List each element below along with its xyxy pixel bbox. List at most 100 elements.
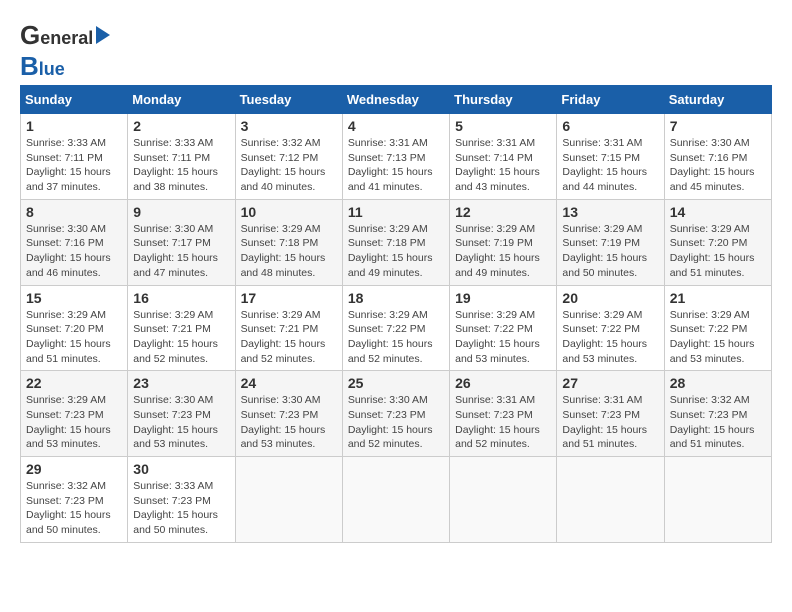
day-info: Sunrise: 3:31 AM Sunset: 7:23 PM Dayligh…: [455, 393, 551, 452]
calendar-cell: 4Sunrise: 3:31 AM Sunset: 7:13 PM Daylig…: [342, 114, 449, 200]
day-info: Sunrise: 3:32 AM Sunset: 7:23 PM Dayligh…: [26, 479, 122, 538]
day-info: Sunrise: 3:29 AM Sunset: 7:19 PM Dayligh…: [562, 222, 658, 281]
calendar-week-3: 15 Sunrise: 3:29 AM Sunset: 7:20 PM Dayli…: [21, 285, 772, 371]
day-info: Sunrise: 3:30 AM Sunset: 7:23 PM Dayligh…: [133, 393, 229, 452]
day-number: 5: [455, 118, 551, 134]
day-number: 21: [670, 290, 766, 306]
day-info: Sunrise: 3:29 AM Sunset: 7:22 PM Dayligh…: [670, 308, 766, 367]
day-info: Sunrise: 3:32 AM Sunset: 7:23 PM Dayligh…: [670, 393, 766, 452]
day-number: 20: [562, 290, 658, 306]
calendar-cell: [450, 457, 557, 543]
day-number: 15: [26, 290, 122, 306]
day-number: 16: [133, 290, 229, 306]
day-info: Sunrise: 3:29 AM Sunset: 7:22 PM Dayligh…: [348, 308, 444, 367]
calendar-cell: 12 Sunrise: 3:29 AM Sunset: 7:19 PM Dayli…: [450, 199, 557, 285]
day-info: Sunrise: 3:31 AM Sunset: 7:23 PM Dayligh…: [562, 393, 658, 452]
weekday-header-monday: Monday: [128, 86, 235, 114]
logo-g: G: [20, 20, 40, 51]
day-number: 11: [348, 204, 444, 220]
calendar-cell: 6 Sunrise: 3:31 AM Sunset: 7:15 PM Daylig…: [557, 114, 664, 200]
day-number: 22: [26, 375, 122, 391]
calendar-cell: 18 Sunrise: 3:29 AM Sunset: 7:22 PM Dayli…: [342, 285, 449, 371]
day-number: 28: [670, 375, 766, 391]
calendar-cell: 23 Sunrise: 3:30 AM Sunset: 7:23 PM Dayli…: [128, 371, 235, 457]
day-info: Sunrise: 3:30 AM Sunset: 7:23 PM Dayligh…: [348, 393, 444, 452]
calendar-cell: 24 Sunrise: 3:30 AM Sunset: 7:23 PM Dayli…: [235, 371, 342, 457]
day-number: 27: [562, 375, 658, 391]
day-info: Sunrise: 3:31 AM Sunset: 7:15 PM Dayligh…: [562, 136, 658, 195]
calendar-cell: 1 Sunrise: 3:33 AM Sunset: 7:11 PM Daylig…: [21, 114, 128, 200]
day-info: Sunrise: 3:29 AM Sunset: 7:21 PM Dayligh…: [241, 308, 337, 367]
logo: G eneral B lue: [20, 20, 130, 75]
day-number: 13: [562, 204, 658, 220]
calendar-week-2: 8 Sunrise: 3:30 AM Sunset: 7:16 PM Daylig…: [21, 199, 772, 285]
calendar-cell: 10Sunrise: 3:29 AM Sunset: 7:18 PM Dayli…: [235, 199, 342, 285]
day-info: Sunrise: 3:33 AM Sunset: 7:11 PM Dayligh…: [26, 136, 122, 195]
day-number: 6: [562, 118, 658, 134]
calendar-week-5: 29 Sunrise: 3:32 AM Sunset: 7:23 PM Dayli…: [21, 457, 772, 543]
calendar-cell: [557, 457, 664, 543]
weekday-header-sunday: Sunday: [21, 86, 128, 114]
calendar-cell: 16 Sunrise: 3:29 AM Sunset: 7:21 PM Dayli…: [128, 285, 235, 371]
calendar-cell: 13 Sunrise: 3:29 AM Sunset: 7:19 PM Dayli…: [557, 199, 664, 285]
day-info: Sunrise: 3:29 AM Sunset: 7:22 PM Dayligh…: [455, 308, 551, 367]
day-number: 25: [348, 375, 444, 391]
calendar-cell: 8 Sunrise: 3:30 AM Sunset: 7:16 PM Daylig…: [21, 199, 128, 285]
day-info: Sunrise: 3:29 AM Sunset: 7:18 PM Dayligh…: [348, 222, 444, 281]
day-info: Sunrise: 3:29 AM Sunset: 7:20 PM Dayligh…: [26, 308, 122, 367]
calendar-cell: 5Sunrise: 3:31 AM Sunset: 7:14 PM Daylig…: [450, 114, 557, 200]
day-number: 29: [26, 461, 122, 477]
calendar-cell: 2Sunrise: 3:33 AM Sunset: 7:11 PM Daylig…: [128, 114, 235, 200]
day-number: 24: [241, 375, 337, 391]
logo-b: B: [20, 51, 39, 82]
day-info: Sunrise: 3:30 AM Sunset: 7:16 PM Dayligh…: [670, 136, 766, 195]
day-number: 26: [455, 375, 551, 391]
day-number: 1: [26, 118, 122, 134]
calendar-cell: 30 Sunrise: 3:33 AM Sunset: 7:23 PM Dayli…: [128, 457, 235, 543]
day-info: Sunrise: 3:29 AM Sunset: 7:21 PM Dayligh…: [133, 308, 229, 367]
calendar-week-4: 22Sunrise: 3:29 AM Sunset: 7:23 PM Dayli…: [21, 371, 772, 457]
day-info: Sunrise: 3:29 AM Sunset: 7:19 PM Dayligh…: [455, 222, 551, 281]
day-number: 3: [241, 118, 337, 134]
day-info: Sunrise: 3:30 AM Sunset: 7:17 PM Dayligh…: [133, 222, 229, 281]
calendar-cell: 26 Sunrise: 3:31 AM Sunset: 7:23 PM Dayli…: [450, 371, 557, 457]
calendar-cell: 19Sunrise: 3:29 AM Sunset: 7:22 PM Dayli…: [450, 285, 557, 371]
calendar-cell: [664, 457, 771, 543]
weekday-header-friday: Friday: [557, 86, 664, 114]
day-info: Sunrise: 3:30 AM Sunset: 7:16 PM Dayligh…: [26, 222, 122, 281]
logo-eneral: eneral: [40, 28, 93, 49]
calendar-cell: 17 Sunrise: 3:29 AM Sunset: 7:21 PM Dayli…: [235, 285, 342, 371]
logo-lue: lue: [39, 59, 65, 80]
day-number: 10: [241, 204, 337, 220]
day-number: 14: [670, 204, 766, 220]
day-info: Sunrise: 3:33 AM Sunset: 7:23 PM Dayligh…: [133, 479, 229, 538]
calendar-header-row: SundayMondayTuesdayWednesdayThursdayFrid…: [21, 86, 772, 114]
day-number: 17: [241, 290, 337, 306]
calendar-cell: 9Sunrise: 3:30 AM Sunset: 7:17 PM Daylig…: [128, 199, 235, 285]
day-number: 8: [26, 204, 122, 220]
calendar-cell: 14Sunrise: 3:29 AM Sunset: 7:20 PM Dayli…: [664, 199, 771, 285]
calendar-cell: 22Sunrise: 3:29 AM Sunset: 7:23 PM Dayli…: [21, 371, 128, 457]
day-number: 7: [670, 118, 766, 134]
calendar-cell: 11 Sunrise: 3:29 AM Sunset: 7:18 PM Dayli…: [342, 199, 449, 285]
day-info: Sunrise: 3:31 AM Sunset: 7:13 PM Dayligh…: [348, 136, 444, 195]
day-number: 12: [455, 204, 551, 220]
day-info: Sunrise: 3:32 AM Sunset: 7:12 PM Dayligh…: [241, 136, 337, 195]
day-number: 18: [348, 290, 444, 306]
weekday-header-tuesday: Tuesday: [235, 86, 342, 114]
weekday-header-saturday: Saturday: [664, 86, 771, 114]
calendar-cell: 3 Sunrise: 3:32 AM Sunset: 7:12 PM Daylig…: [235, 114, 342, 200]
day-info: Sunrise: 3:29 AM Sunset: 7:22 PM Dayligh…: [562, 308, 658, 367]
calendar-cell: 7 Sunrise: 3:30 AM Sunset: 7:16 PM Daylig…: [664, 114, 771, 200]
calendar-cell: 15 Sunrise: 3:29 AM Sunset: 7:20 PM Dayli…: [21, 285, 128, 371]
weekday-header-thursday: Thursday: [450, 86, 557, 114]
calendar-cell: 28 Sunrise: 3:32 AM Sunset: 7:23 PM Dayli…: [664, 371, 771, 457]
page-header: G eneral B lue: [20, 20, 772, 75]
calendar-cell: 25 Sunrise: 3:30 AM Sunset: 7:23 PM Dayli…: [342, 371, 449, 457]
calendar-cell: 21 Sunrise: 3:29 AM Sunset: 7:22 PM Dayli…: [664, 285, 771, 371]
day-number: 30: [133, 461, 229, 477]
calendar-cell: [342, 457, 449, 543]
day-number: 23: [133, 375, 229, 391]
weekday-header-wednesday: Wednesday: [342, 86, 449, 114]
day-info: Sunrise: 3:30 AM Sunset: 7:23 PM Dayligh…: [241, 393, 337, 452]
